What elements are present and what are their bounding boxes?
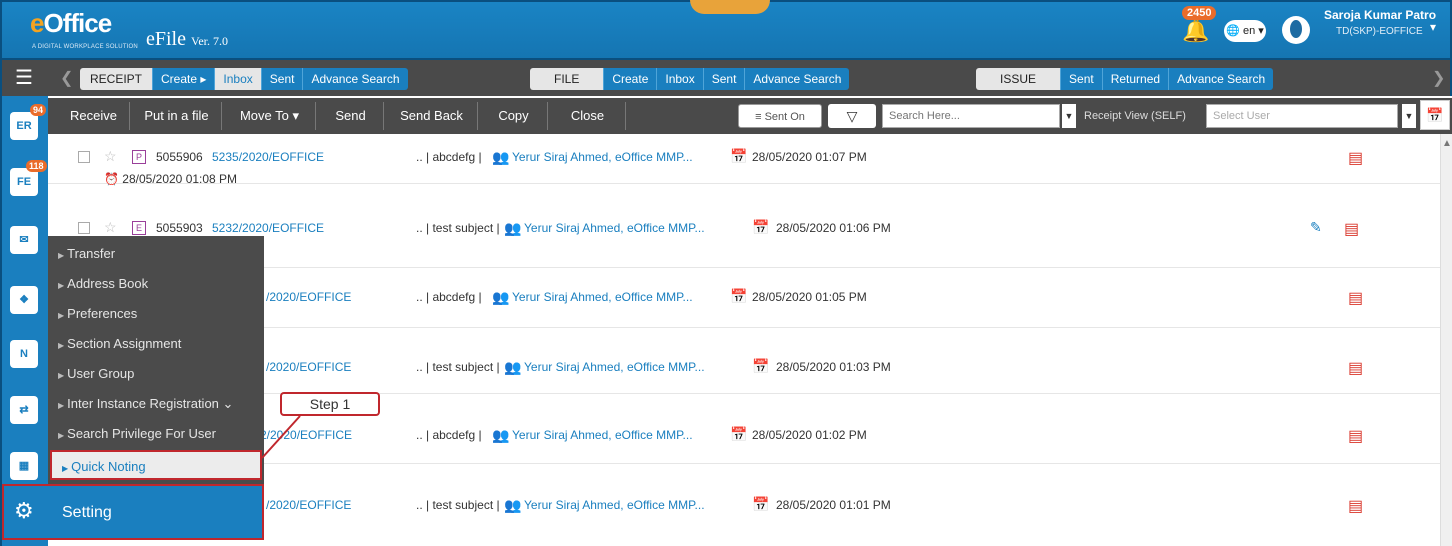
step-callout: Step 1 bbox=[280, 392, 380, 416]
callout-arrow bbox=[261, 415, 301, 459]
